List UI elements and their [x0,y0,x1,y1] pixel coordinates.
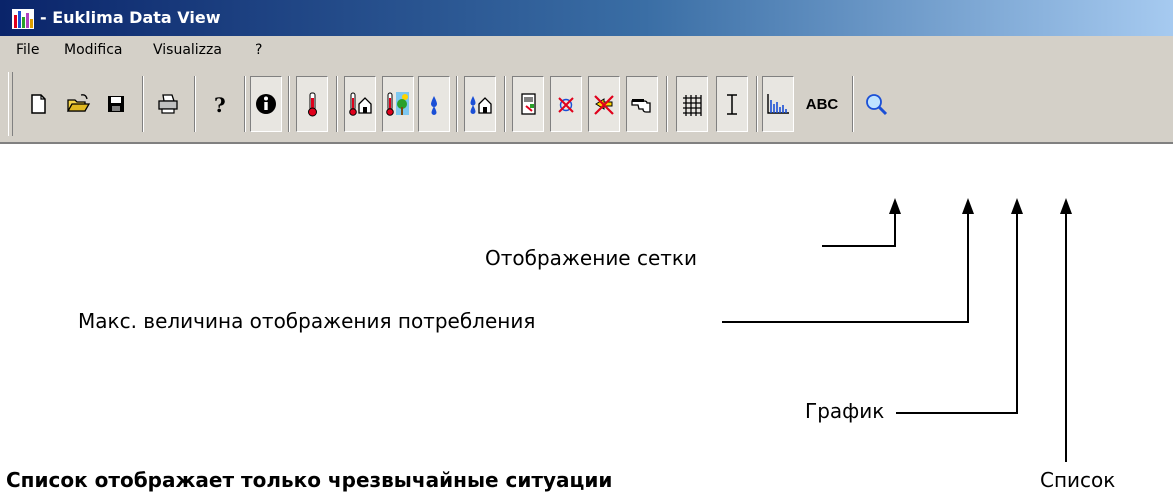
list-label: Список [1040,468,1116,492]
emergency-list-label: Список отображает только чрезвычайные си… [6,468,613,492]
grid-callout-line [822,212,896,247]
grid-label: Отображение сетки [485,246,698,270]
max-callout-line [722,212,969,323]
max-callout-arrow [962,198,974,214]
grid-callout-arrow [889,198,901,214]
chart-label: График [805,399,885,423]
max-consumption-label: Макс. величина отображения потребления [78,309,536,333]
chart-callout-arrow [1011,198,1023,214]
list-callout-arrow [1060,198,1072,214]
chart-callout-line [896,212,1018,414]
